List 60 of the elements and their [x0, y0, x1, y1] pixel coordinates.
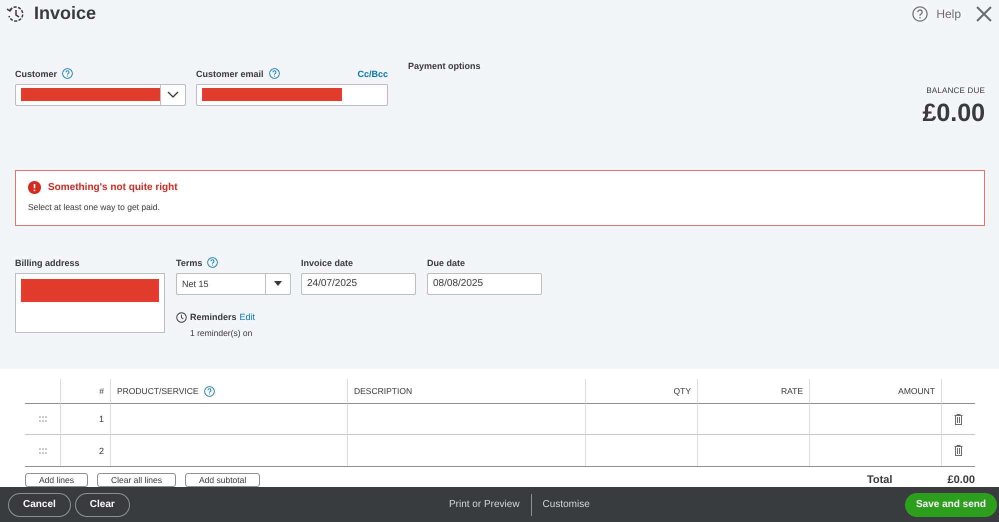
column-header: RATE [780, 386, 803, 396]
field-label: Due date [427, 258, 466, 268]
alert-title: Something's not quite right [48, 182, 178, 194]
trash-icon[interactable] [954, 445, 963, 456]
table-cell[interactable] [809, 404, 941, 435]
table-action-button[interactable]: Add lines [25, 473, 88, 487]
payment-options-label: Payment options [408, 60, 482, 71]
help-icon[interactable] [268, 68, 280, 80]
table-action-button[interactable]: Add subtotal [185, 473, 260, 487]
footer-link[interactable]: Print or Preview [438, 494, 531, 516]
cc-bcc-link[interactable]: Cc/Bcc [357, 68, 388, 79]
terms-dropdown[interactable]: Net 15 [176, 272, 291, 295]
caret-icon [274, 281, 282, 286]
help-icon[interactable] [912, 6, 928, 22]
drag-handle-icon[interactable] [38, 416, 46, 422]
help-link[interactable]: Help [936, 6, 961, 21]
column-header: # [99, 386, 104, 396]
total-label: Total [867, 474, 892, 486]
field-label: Customer email [196, 68, 264, 79]
drag-handle-icon[interactable] [38, 448, 46, 454]
table-cell[interactable] [110, 404, 347, 435]
footer-link[interactable]: Customise [530, 494, 601, 516]
table-cell[interactable] [585, 404, 697, 435]
line-number: 1 [98, 414, 104, 424]
reminders-label: Reminders [190, 312, 237, 322]
field-label: Billing address [15, 258, 80, 268]
column-header: QTY [674, 386, 691, 396]
help-icon[interactable] [62, 68, 74, 80]
line-number: 2 [98, 446, 104, 456]
balance-due-amount: £0.00 [922, 98, 985, 128]
total-amount: £0.00 [947, 474, 975, 486]
clock-icon [176, 312, 187, 323]
help-icon[interactable] [207, 257, 218, 268]
edit-link[interactable]: Edit [240, 312, 256, 322]
column-header: DESCRIPTION [354, 386, 412, 396]
customer-dropdown[interactable] [15, 84, 186, 106]
footer-button[interactable]: Clear [74, 492, 130, 516]
column-header: PRODUCT/SERVICE [117, 386, 199, 396]
balance-due-label: BALANCE DUE [926, 86, 985, 95]
alert-message: Select at least one way to get paid. [28, 202, 161, 212]
chevron-down-icon [167, 91, 180, 98]
field-label: Terms [176, 258, 202, 268]
field-label: Invoice date [301, 258, 354, 268]
customer-email-field[interactable] [196, 84, 388, 106]
due-date-field[interactable]: 08/08/2025 [427, 272, 542, 295]
table-cell[interactable] [347, 404, 585, 435]
column-header: AMOUNT [898, 386, 935, 396]
window-title: Invoice [34, 3, 96, 24]
close-icon[interactable] [975, 4, 993, 23]
billing-address-field[interactable] [15, 272, 165, 333]
history-icon[interactable] [6, 4, 26, 24]
footer-button[interactable]: Cancel [8, 492, 71, 516]
table-cell[interactable] [697, 404, 809, 435]
invoice-date-field[interactable]: 24/07/2025 [301, 272, 416, 295]
table-action-button[interactable]: Clear all lines [96, 473, 176, 487]
error-icon [28, 181, 41, 194]
help-icon[interactable] [204, 386, 215, 396]
field-label: Customer [15, 68, 58, 79]
reminders-status: 1 reminder(s) on [190, 328, 254, 338]
trash-icon[interactable] [954, 414, 963, 424]
